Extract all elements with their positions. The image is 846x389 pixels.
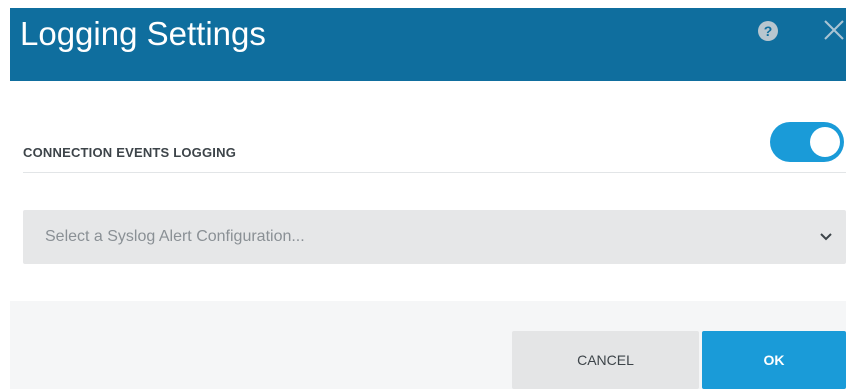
dialog-header: Logging Settings ? bbox=[10, 8, 846, 81]
toggle-knob bbox=[810, 127, 840, 157]
ok-button[interactable]: OK bbox=[702, 331, 846, 389]
chevron-down-icon bbox=[820, 233, 832, 241]
dialog-title: Logging Settings bbox=[20, 15, 266, 52]
connection-events-logging-toggle[interactable] bbox=[770, 122, 844, 162]
dialog-footer: CANCEL OK bbox=[10, 301, 846, 389]
question-icon[interactable]: ? bbox=[758, 21, 778, 41]
cancel-button[interactable]: CANCEL bbox=[512, 331, 699, 389]
syslog-alert-placeholder: Select a Syslog Alert Configuration... bbox=[45, 228, 305, 245]
close-icon[interactable] bbox=[822, 18, 846, 42]
syslog-alert-select[interactable]: Select a Syslog Alert Configuration... bbox=[23, 210, 846, 264]
connection-events-logging-label: CONNECTION EVENTS LOGGING bbox=[23, 145, 237, 160]
logging-settings-dialog: Logging Settings ? CONNECTION EVENTS LOG… bbox=[0, 0, 846, 389]
section-divider bbox=[23, 172, 846, 173]
